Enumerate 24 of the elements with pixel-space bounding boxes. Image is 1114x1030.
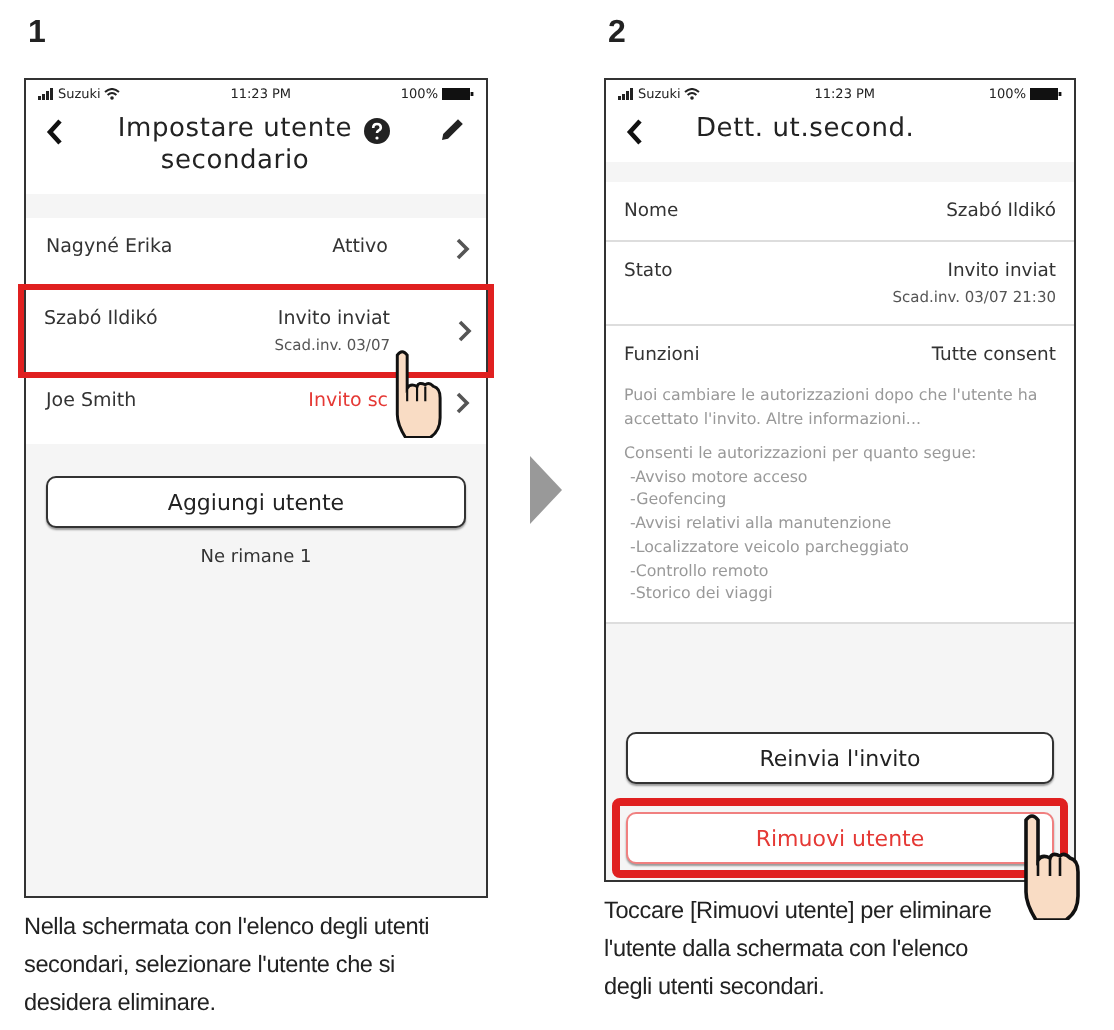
remaining-count: Ne rimane 1 [200,548,312,568]
user-status: Attivo [332,236,388,258]
resend-invite-button[interactable]: Reinvia l'invito [626,732,1054,784]
detail-value: Invito inviat [947,260,1056,282]
step-caption: Nella schermata con l'elenco degli utenti secondari, selezionare l'utente che si desidera eliminare. [24,910,432,1020]
remove-user-button[interactable]: Rimuovi utente [626,812,1054,864]
screen-title: Impostare utente secondario [115,114,355,178]
user-status: Invito sc [308,390,388,412]
detail-label: Funzioni [624,344,700,366]
detail-value: Tutte consent [931,344,1056,366]
step-caption: Toccare [Rimuovi utente] per eliminare l'utente dalla schermata con l'elenco degli utenti secondari. [604,894,994,1004]
user-row[interactable]: Nagyné Erika Attivo [26,218,486,290]
detail-value: Szabó Ildikó [946,200,1056,222]
detail-label: Stato [624,260,673,282]
detail-label: Nome [624,200,679,222]
user-name: Joe Smith [46,390,137,412]
user-status: Invito inviat [277,308,390,330]
user-name: Nagyné Erika [46,236,173,258]
screen-title: Dett. ut.second. [696,114,915,146]
step-number: 2 [608,16,626,52]
user-row[interactable]: Joe Smith Invito sc [26,372,486,444]
step-number: 1 [28,16,46,52]
add-user-button[interactable]: Aggiungi utente [46,476,466,528]
user-name: Szabó Ildikó [44,308,158,330]
